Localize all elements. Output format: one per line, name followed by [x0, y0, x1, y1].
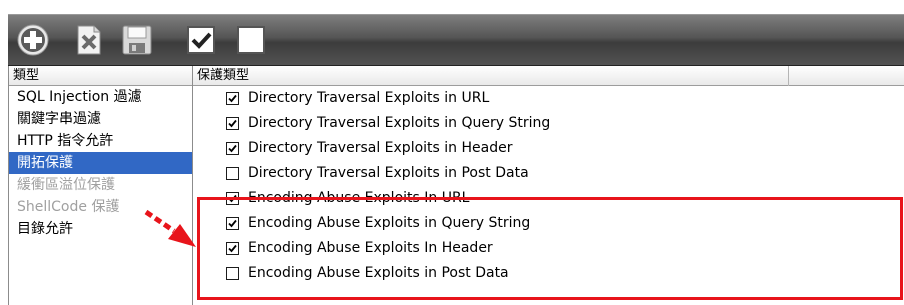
protection-column-header[interactable]: 保護類型 [193, 66, 904, 86]
delete-button[interactable] [72, 23, 106, 57]
uncheck-all-button[interactable] [234, 23, 268, 57]
types-column-header[interactable]: 類型 [9, 66, 192, 86]
protection-item-label: Directory Traversal Exploits in URL [248, 90, 490, 106]
delete-document-icon [77, 25, 101, 55]
types-column: 類型 SQL Injection 過濾 關鍵字串過濾 HTTP 指令允許 開拓保護 緩衝… [9, 66, 193, 305]
save-icon [122, 25, 152, 55]
window: 類型 SQL Injection 過濾 關鍵字串過濾 HTTP 指令允許 開拓保護 緩衝… [0, 0, 904, 305]
check-all-button[interactable] [184, 23, 218, 57]
header-divider[interactable] [788, 66, 789, 86]
add-button[interactable] [16, 23, 50, 57]
protection-item-label: Directory Traversal Exploits in Header [248, 140, 513, 156]
type-item[interactable]: ShellCode 保護 [9, 196, 192, 218]
protection-item[interactable]: Directory Traversal Exploits in Post Dat… [193, 161, 904, 186]
add-icon [17, 24, 49, 56]
checkbox-checked[interactable] [226, 117, 239, 130]
checkbox-unchecked[interactable] [226, 167, 239, 180]
protection-item[interactable]: Directory Traversal Exploits in URL [193, 86, 904, 111]
checkbox-checked[interactable] [226, 142, 239, 155]
type-item[interactable]: HTTP 指令允許 [9, 130, 192, 152]
protection-item-label: Directory Traversal Exploits in Post Dat… [248, 165, 529, 181]
protection-item[interactable]: Directory Traversal Exploits in Query St… [193, 111, 904, 136]
highlight-box [197, 197, 903, 300]
checkbox-empty-icon [237, 26, 265, 54]
protection-item[interactable]: Directory Traversal Exploits in Header [193, 136, 904, 161]
checkbox-checked[interactable] [226, 92, 239, 105]
toolbar [8, 14, 904, 66]
checkbox-checked-icon [187, 26, 215, 54]
type-item[interactable]: 關鍵字串過濾 [9, 108, 192, 130]
protection-item-label: Directory Traversal Exploits in Query St… [248, 115, 551, 131]
types-list: SQL Injection 過濾 關鍵字串過濾 HTTP 指令允許 開拓保護 緩衝區溢位… [9, 86, 192, 240]
type-item[interactable]: 緩衝區溢位保護 [9, 174, 192, 196]
type-item[interactable]: 目錄允許 [9, 218, 192, 240]
save-button[interactable] [120, 23, 154, 57]
type-item[interactable]: SQL Injection 過濾 [9, 86, 192, 108]
type-item[interactable]: 開拓保護 [9, 152, 192, 174]
